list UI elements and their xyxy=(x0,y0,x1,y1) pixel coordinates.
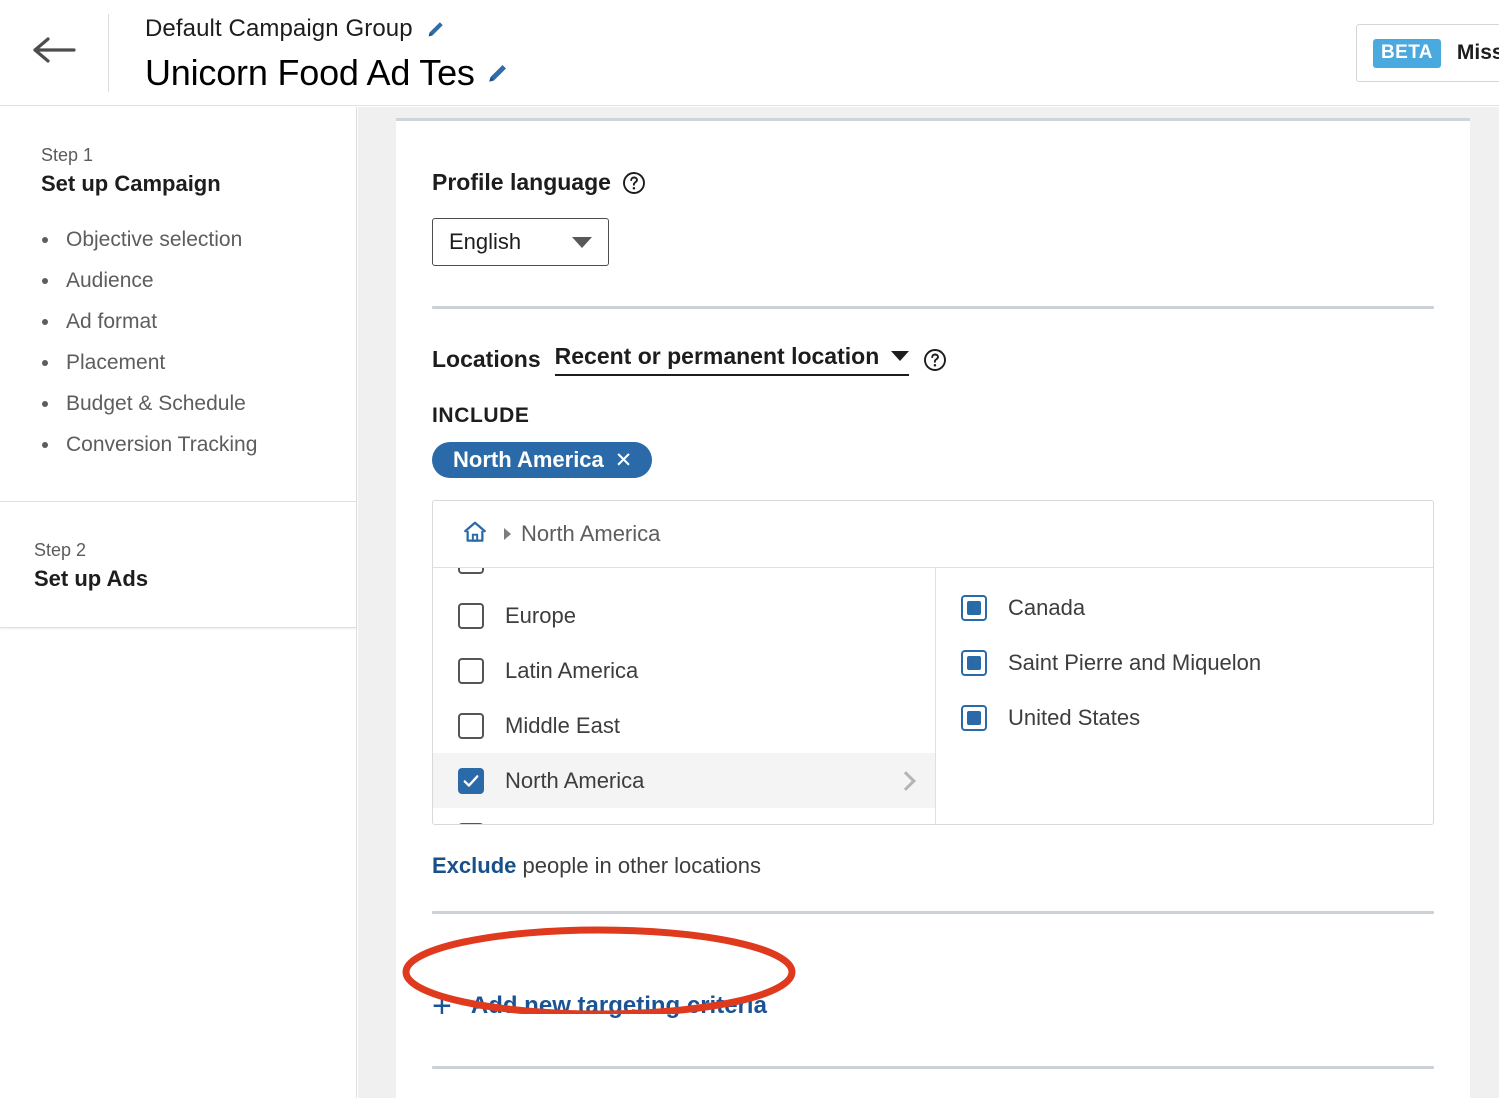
checkbox-unchecked[interactable] xyxy=(458,822,484,824)
caret-down-icon xyxy=(572,236,592,248)
plus-icon: + xyxy=(432,987,452,1025)
add-criteria-label: Add new targeting criteria xyxy=(470,992,767,1019)
tree-row-label: North America xyxy=(505,767,645,793)
help-circle-icon[interactable] xyxy=(622,171,646,195)
tree-row-label: Latin America xyxy=(505,657,639,683)
country-label: Canada xyxy=(1008,594,1086,620)
tree-row-middle-east[interactable]: Middle East xyxy=(433,698,935,753)
divider xyxy=(432,1066,1434,1069)
sidebar-item-budget-schedule[interactable]: Budget & Schedule xyxy=(0,383,356,424)
tree-row-north-america[interactable]: North America xyxy=(433,753,935,808)
country-row-canada[interactable]: Canada xyxy=(936,580,1433,635)
tree-row-latin-america[interactable]: Latin America xyxy=(433,643,935,698)
sidebar-item-placement[interactable]: Placement xyxy=(0,342,356,383)
home-icon[interactable] xyxy=(462,519,488,550)
app-header: Default Campaign Group Unicorn Food Ad T… xyxy=(0,0,1499,106)
tree-row-label: Middle East xyxy=(505,712,620,738)
beta-banner[interactable]: BETA Miss th xyxy=(1356,24,1499,82)
page-title: Unicorn Food Ad Tes xyxy=(145,52,475,93)
country-label: Saint Pierre and Miquelon xyxy=(1008,649,1262,675)
campaign-title-row: Unicorn Food Ad Tes xyxy=(145,48,511,98)
close-x-icon[interactable]: ✕ xyxy=(615,450,633,471)
profile-language-select[interactable]: English xyxy=(432,218,609,266)
sidebar-item-objective-selection[interactable]: Objective selection xyxy=(0,219,356,260)
chip-label: North America xyxy=(453,447,604,472)
step-title: Set up Campaign xyxy=(41,171,221,196)
tree-row-europe[interactable]: Europe xyxy=(433,588,935,643)
step-title: Set up Ads xyxy=(34,566,149,591)
header-divider xyxy=(108,14,109,92)
country-row-saint-pierre-and-miquelon[interactable]: Saint Pierre and Miquelon xyxy=(936,635,1433,690)
add-new-targeting-criteria-button[interactable]: + Add new targeting criteria xyxy=(432,989,767,1023)
checkbox-unchecked[interactable] xyxy=(458,657,484,684)
step-kicker: Step 1 xyxy=(41,145,94,165)
checkbox-unchecked[interactable] xyxy=(458,568,484,574)
sidebar-step-2[interactable]: Step 2 Set up Ads xyxy=(0,502,356,628)
step-kicker: Step 2 xyxy=(34,540,87,560)
locations-section: Locations Recent or permanent location I… xyxy=(396,309,1470,879)
include-label: INCLUDE xyxy=(432,404,530,427)
include-chips: North America ✕ xyxy=(432,442,1470,478)
exclude-link[interactable]: Exclude xyxy=(432,853,516,878)
exclude-row: Exclude people in other locations xyxy=(432,853,1470,879)
back-arrow-icon xyxy=(32,36,76,69)
profile-language-value: English xyxy=(449,229,522,254)
caret-down-icon xyxy=(891,350,910,361)
chevron-right-icon[interactable] xyxy=(896,770,916,791)
breadcrumb: North America xyxy=(433,501,1433,568)
sidebar: Step 1 Set up Campaign Objective selecti… xyxy=(0,107,357,1098)
location-tree-panel: North America Asia Europe xyxy=(432,500,1434,825)
add-criteria-section: + Add new targeting criteria xyxy=(396,926,1470,1069)
profile-language-label: Profile language xyxy=(432,169,611,195)
back-button[interactable] xyxy=(30,28,78,76)
pencil-icon[interactable] xyxy=(425,18,447,40)
add-criteria-row: + Add new targeting criteria xyxy=(396,926,1470,1064)
sidebar-item-audience[interactable]: Audience xyxy=(0,260,356,301)
campaign-group-row: Default Campaign Group xyxy=(145,12,511,46)
locations-label: Locations xyxy=(432,346,541,372)
sidebar-item-ad-format[interactable]: Ad format xyxy=(0,301,356,342)
tree-row-label: Europe xyxy=(505,602,576,628)
tree-row-label: Asia xyxy=(505,568,548,574)
help-circle-icon[interactable] xyxy=(923,348,947,372)
tree-row-label: Oceania xyxy=(505,823,587,825)
caret-right-icon xyxy=(504,528,511,540)
header-titles: Default Campaign Group Unicorn Food Ad T… xyxy=(145,12,511,98)
status-badge: BETA xyxy=(1373,38,1441,68)
profile-language-section: Profile language English xyxy=(396,121,1470,266)
checkbox-partial[interactable] xyxy=(961,704,987,731)
country-row-united-states[interactable]: United States xyxy=(936,690,1433,745)
checkbox-unchecked[interactable] xyxy=(458,712,484,739)
location-type-dropdown[interactable]: Recent or permanent location xyxy=(554,343,910,376)
tree-region-column: Asia Europe Latin America Middle xyxy=(433,568,936,825)
divider xyxy=(432,911,1434,914)
breadcrumb-current: North America xyxy=(521,521,661,546)
tree-country-column: Canada Saint Pierre and Miquelon United … xyxy=(936,568,1433,824)
location-chip-north-america[interactable]: North America ✕ xyxy=(432,442,653,478)
locations-header: Locations Recent or permanent location xyxy=(432,343,1470,376)
pencil-icon[interactable] xyxy=(485,60,511,86)
tree-row-asia[interactable]: Asia xyxy=(433,568,935,588)
tree-row-oceania[interactable]: Oceania xyxy=(433,808,935,825)
checkbox-partial[interactable] xyxy=(961,649,987,676)
sidebar-item-conversion-tracking[interactable]: Conversion Tracking xyxy=(0,424,356,465)
checkbox-checked[interactable] xyxy=(458,767,484,794)
checkbox-partial[interactable] xyxy=(961,594,987,621)
profile-language-label-row: Profile language xyxy=(432,169,1470,196)
sidebar-step-1[interactable]: Step 1 Set up Campaign Objective selecti… xyxy=(0,107,356,502)
checkbox-unchecked[interactable] xyxy=(458,602,484,629)
tree-columns: Asia Europe Latin America Middle xyxy=(433,568,1433,825)
beta-message: Miss th xyxy=(1456,41,1499,64)
campaign-group-name: Default Campaign Group xyxy=(145,15,413,42)
country-label: United States xyxy=(1008,704,1141,730)
main-panel: Profile language English Locations Recen… xyxy=(396,118,1470,1098)
location-type-value: Recent or permanent location xyxy=(554,343,880,369)
exclude-rest-label: people in other locations xyxy=(516,853,761,878)
sidebar-step-1-items: Objective selection Audience Ad format P… xyxy=(0,219,356,465)
